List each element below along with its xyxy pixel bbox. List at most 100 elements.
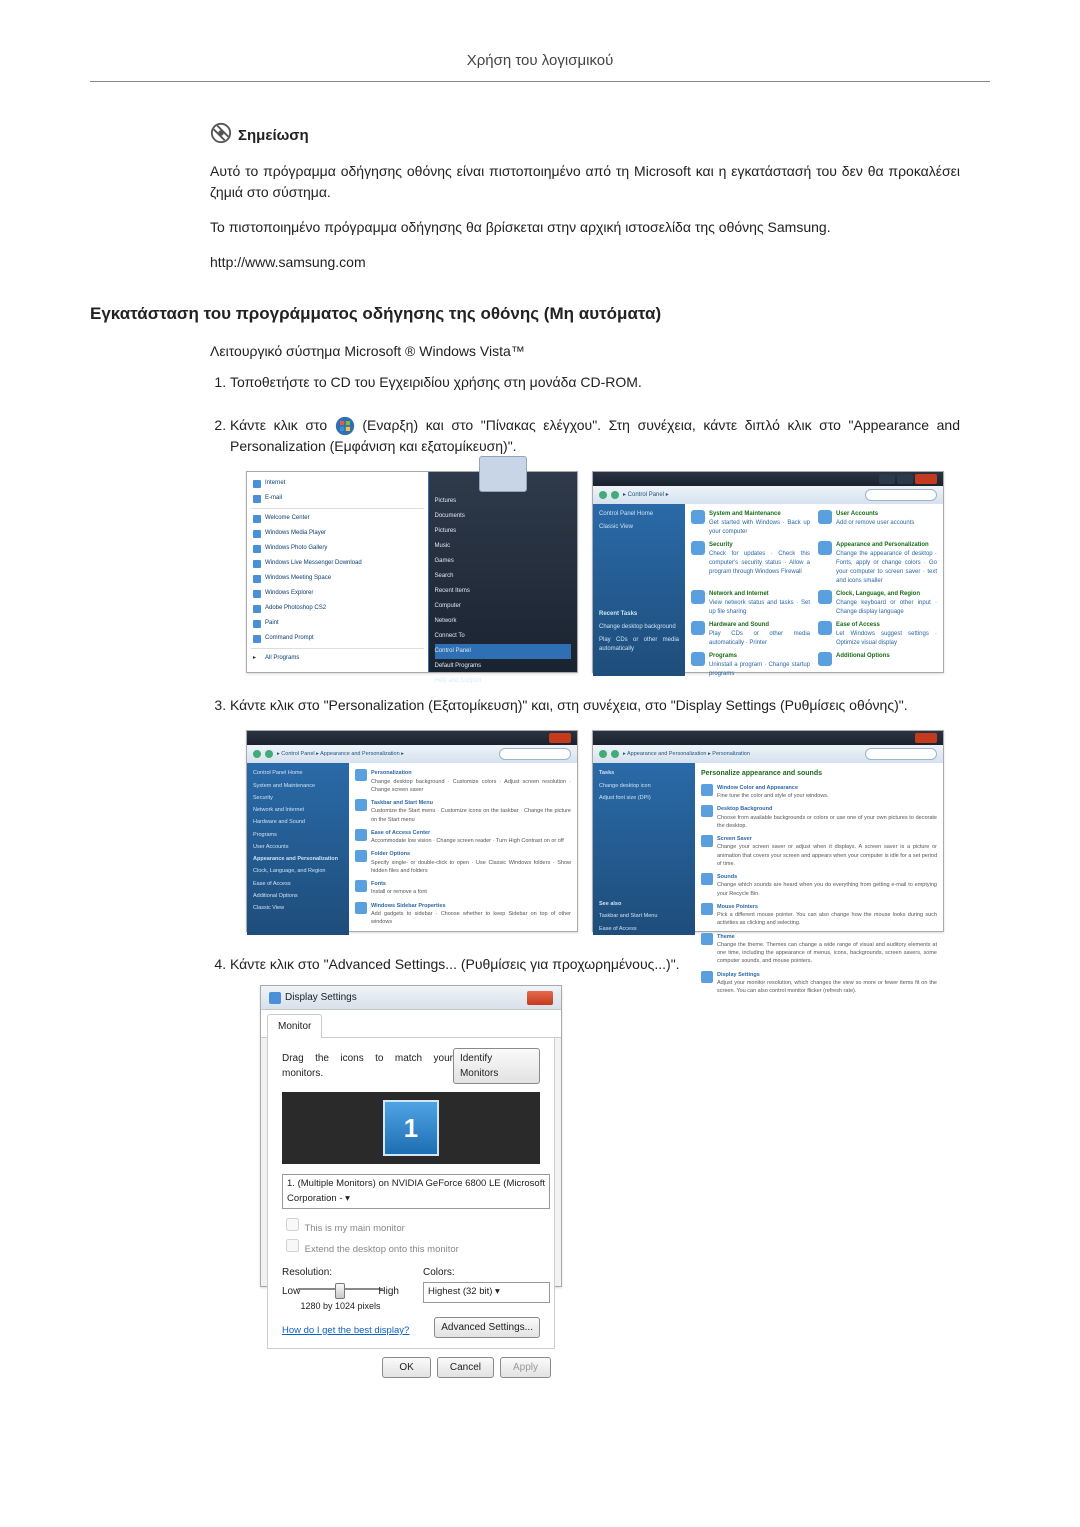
personalization-item[interactable]: Window Color and AppearanceFine tune the… bbox=[701, 784, 937, 801]
cp-category[interactable]: System and MaintenanceGet started with W… bbox=[691, 510, 810, 537]
sidebar-item-selected[interactable]: Appearance and Personalization bbox=[253, 855, 343, 863]
sidebar-item[interactable]: Control Panel Home bbox=[599, 510, 679, 519]
search-input[interactable] bbox=[865, 748, 937, 760]
sidebar-task[interactable]: Change desktop icon bbox=[599, 782, 689, 790]
sidebar-item[interactable]: Ease of Access bbox=[253, 880, 343, 888]
appearance-item-personalization[interactable]: PersonalizationChange desktop background… bbox=[355, 769, 571, 794]
personalization-item[interactable]: Screen SaverChange your screen saver or … bbox=[701, 835, 937, 868]
start-menu-item[interactable]: Internet bbox=[251, 476, 424, 491]
ok-button[interactable]: OK bbox=[382, 1357, 430, 1378]
sidebar-item[interactable]: Clock, Language, and Region bbox=[253, 867, 343, 875]
cp-category[interactable]: Additional Options bbox=[818, 652, 937, 679]
sidebar-item[interactable]: Hardware and Sound bbox=[253, 818, 343, 826]
cp-category[interactable]: Hardware and SoundPlay CDs or other medi… bbox=[691, 621, 810, 648]
start-menu-item[interactable]: Adobe Photoshop CS2 bbox=[251, 601, 424, 616]
forward-icon[interactable] bbox=[611, 491, 619, 499]
start-menu-link[interactable]: Pictures bbox=[435, 494, 572, 509]
start-menu-item[interactable]: Welcome Center bbox=[251, 511, 424, 526]
sidebar-item[interactable]: Additional Options bbox=[253, 892, 343, 900]
start-menu-all-programs[interactable]: ▸All Programs bbox=[251, 651, 424, 666]
breadcrumb[interactable]: ▸ Appearance and Personalization ▸ Perso… bbox=[623, 750, 750, 758]
monitor-preview-area[interactable]: 1 bbox=[282, 1092, 540, 1164]
sidebar-item[interactable]: System and Maintenance bbox=[253, 782, 343, 790]
sidebar-task[interactable]: Play CDs or other media automatically bbox=[599, 636, 679, 654]
monitor-select[interactable]: 1. (Multiple Monitors) on NVIDIA GeForce… bbox=[282, 1174, 550, 1209]
start-menu-item[interactable]: Windows Photo Gallery bbox=[251, 541, 424, 556]
appearance-item[interactable]: Taskbar and Start MenuCustomize the Star… bbox=[355, 799, 571, 824]
cancel-button[interactable]: Cancel bbox=[437, 1357, 494, 1378]
appearance-item[interactable]: Ease of Access CenterAccommodate low vis… bbox=[355, 829, 571, 846]
start-menu-link[interactable]: Documents bbox=[435, 509, 572, 524]
cp-category-appearance[interactable]: Appearance and PersonalizationChange the… bbox=[818, 541, 937, 586]
cp-category[interactable]: ProgramsUninstall a program · Change sta… bbox=[691, 652, 810, 679]
start-menu-item[interactable]: Windows Live Messenger Download bbox=[251, 556, 424, 571]
back-icon[interactable] bbox=[253, 750, 261, 758]
breadcrumb-bar[interactable]: ▸ Control Panel ▸ bbox=[593, 486, 943, 504]
close-icon[interactable] bbox=[527, 991, 553, 1005]
start-menu-item[interactable]: Windows Explorer bbox=[251, 586, 424, 601]
tab-monitor[interactable]: Monitor bbox=[267, 1014, 322, 1038]
appearance-item[interactable]: FontsInstall or remove a font bbox=[355, 880, 571, 897]
slider-thumb[interactable] bbox=[335, 1283, 345, 1299]
start-menu-control-panel[interactable]: Control Panel bbox=[435, 644, 572, 659]
category-icon bbox=[691, 510, 705, 524]
start-menu-item[interactable]: Paint bbox=[251, 616, 424, 631]
cp-category[interactable]: Clock, Language, and RegionChange keyboa… bbox=[818, 590, 937, 617]
breadcrumb-bar[interactable]: ▸ Appearance and Personalization ▸ Perso… bbox=[593, 745, 943, 763]
personalization-item[interactable]: Desktop BackgroundChoose from available … bbox=[701, 805, 937, 830]
back-icon[interactable] bbox=[599, 491, 607, 499]
personalization-item-display-settings[interactable]: Display SettingsAdjust your monitor reso… bbox=[701, 971, 937, 996]
personalization-item[interactable]: SoundsChange which sounds are heard when… bbox=[701, 873, 937, 898]
start-menu-item[interactable]: Windows Meeting Space bbox=[251, 571, 424, 586]
cp-category[interactable]: Ease of AccessLet Windows suggest settin… bbox=[818, 621, 937, 648]
colors-select[interactable]: Highest (32 bit) ▾ bbox=[423, 1282, 550, 1302]
resolution-slider[interactable]: Low High bbox=[282, 1282, 399, 1296]
start-menu-link[interactable]: Games bbox=[435, 554, 572, 569]
close-icon[interactable] bbox=[549, 733, 571, 743]
breadcrumb[interactable]: ▸ Control Panel ▸ Appearance and Persona… bbox=[277, 750, 404, 758]
start-menu-item[interactable]: E-mail bbox=[251, 491, 424, 506]
screenshot-start-menu: Internet E-mail Welcome Center Windows M… bbox=[246, 471, 578, 673]
personalization-item[interactable]: ThemeChange the theme. Themes can change… bbox=[701, 933, 937, 966]
start-menu-link[interactable]: Default Programs bbox=[435, 659, 572, 674]
forward-icon[interactable] bbox=[611, 750, 619, 758]
breadcrumb[interactable]: ▸ Control Panel ▸ bbox=[623, 491, 669, 500]
start-menu-link[interactable]: Pictures bbox=[435, 524, 572, 539]
start-menu-link[interactable]: Connect To bbox=[435, 629, 572, 644]
advanced-settings-button[interactable]: Advanced Settings... bbox=[434, 1317, 540, 1338]
close-icon[interactable] bbox=[915, 733, 937, 743]
close-icon[interactable] bbox=[915, 474, 937, 484]
breadcrumb-bar[interactable]: ▸ Control Panel ▸ Appearance and Persona… bbox=[247, 745, 577, 763]
best-display-link[interactable]: How do I get the best display? bbox=[282, 1324, 409, 1338]
sidebar-task[interactable]: Adjust font size (DPI) bbox=[599, 794, 689, 802]
start-menu-item[interactable]: Command Prompt bbox=[251, 631, 424, 646]
sidebar-item[interactable]: Security bbox=[253, 794, 343, 802]
sidebar-item[interactable]: Programs bbox=[253, 831, 343, 839]
sidebar-item[interactable]: User Accounts bbox=[253, 843, 343, 851]
personalization-item[interactable]: Mouse PointersPick a different mouse poi… bbox=[701, 903, 937, 928]
sidebar-item[interactable]: Network and Internet bbox=[253, 806, 343, 814]
identify-monitors-button[interactable]: Identify Monitors bbox=[453, 1048, 540, 1084]
appearance-item[interactable]: Folder OptionsSpecify single- or double-… bbox=[355, 850, 571, 875]
appearance-item[interactable]: Windows Sidebar PropertiesAdd gadgets to… bbox=[355, 902, 571, 927]
start-menu-link[interactable]: Search bbox=[435, 569, 572, 584]
start-menu-link[interactable]: Computer bbox=[435, 599, 572, 614]
search-input[interactable] bbox=[865, 489, 937, 501]
start-menu-link[interactable]: Network bbox=[435, 614, 572, 629]
monitor-icon[interactable]: 1 bbox=[383, 1100, 439, 1156]
cp-category[interactable]: SecurityCheck for updates · Check this c… bbox=[691, 541, 810, 586]
forward-icon[interactable] bbox=[265, 750, 273, 758]
back-icon[interactable] bbox=[599, 750, 607, 758]
sidebar-task[interactable]: Change desktop background bbox=[599, 623, 679, 632]
sidebar-item[interactable]: Classic View bbox=[253, 904, 343, 912]
start-menu-link[interactable]: Recent Items bbox=[435, 584, 572, 599]
cp-category[interactable]: Network and InternetView network status … bbox=[691, 590, 810, 617]
start-menu-link[interactable]: Music bbox=[435, 539, 572, 554]
start-menu-item[interactable]: Windows Media Player bbox=[251, 526, 424, 541]
sidebar-item[interactable]: Control Panel Home bbox=[253, 769, 343, 777]
search-input[interactable] bbox=[499, 748, 571, 760]
start-menu-link[interactable]: Help and Support bbox=[435, 674, 572, 689]
note-icon bbox=[210, 122, 232, 152]
sidebar-item[interactable]: Classic View bbox=[599, 523, 679, 532]
cp-category[interactable]: User AccountsAdd or remove user accounts bbox=[818, 510, 937, 537]
